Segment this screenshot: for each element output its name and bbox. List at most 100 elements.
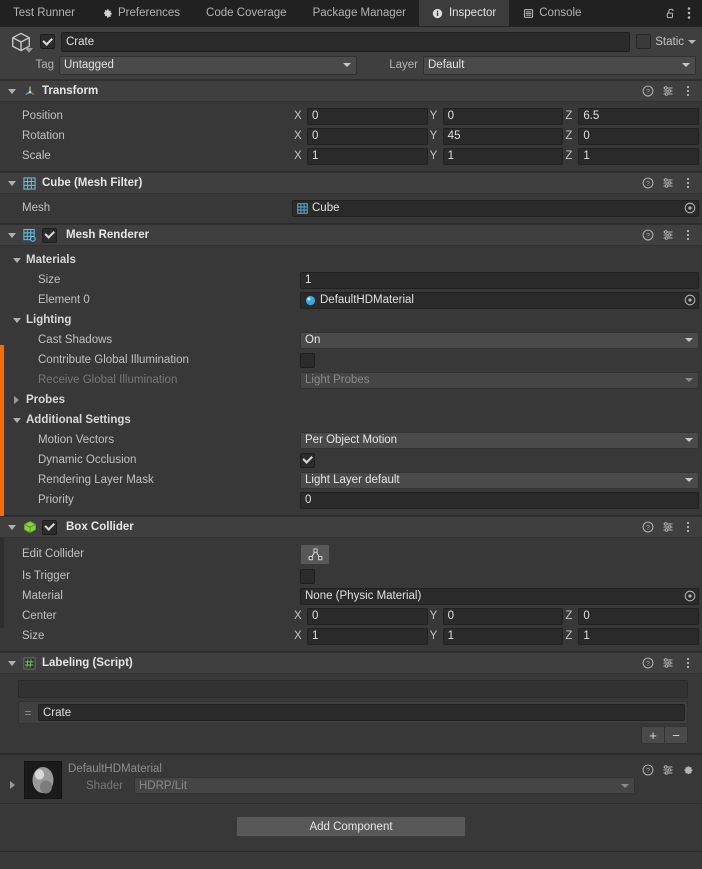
static-checkbox[interactable] <box>636 34 651 49</box>
rotation-y-input[interactable]: 45 <box>443 128 564 145</box>
box-collider-enabled-checkbox[interactable] <box>42 520 57 535</box>
dynamic-occlusion-checkbox[interactable] <box>300 453 315 468</box>
tab-package-manager[interactable]: Package Manager <box>300 0 419 26</box>
gear-icon[interactable] <box>681 763 694 776</box>
center-z-input[interactable]: 0 <box>578 608 699 625</box>
preset-icon[interactable] <box>661 763 674 776</box>
component-header[interactable]: Box Collider ? <box>0 516 702 538</box>
object-picker-icon[interactable] <box>683 590 696 603</box>
kebab-menu-icon[interactable] <box>681 229 694 242</box>
preset-icon[interactable] <box>661 229 674 242</box>
tab-test-runner[interactable]: Test Runner <box>0 0 88 26</box>
cast-shadows-dropdown[interactable]: On <box>300 332 699 349</box>
tab-inspector[interactable]: Inspector <box>419 0 509 26</box>
position-y-input[interactable]: 0 <box>443 108 564 125</box>
component-header[interactable]: Mesh Renderer ? <box>0 224 702 246</box>
rotation-z-input[interactable]: 0 <box>578 128 699 145</box>
kebab-menu-icon[interactable] <box>681 177 694 190</box>
shader-dropdown[interactable]: HDRP/Lit <box>134 777 635 794</box>
rendering-layer-mask-dropdown[interactable]: Light Layer default <box>300 472 699 489</box>
rotation-x-input[interactable]: 0 <box>307 128 428 145</box>
tab-code-coverage[interactable]: Code Coverage <box>193 0 300 26</box>
materials-size-input[interactable]: 1 <box>300 272 699 289</box>
add-label-button[interactable]: + <box>641 726 665 744</box>
materials-element0-object-field[interactable]: DefaultHDMaterial <box>300 292 699 309</box>
edit-collider-button[interactable] <box>300 544 330 565</box>
static-dropdown-chevron-icon[interactable] <box>688 40 696 44</box>
foldout-arrow-icon[interactable] <box>14 396 19 404</box>
remove-label-button[interactable]: − <box>665 726 688 744</box>
foldout-arrow-icon[interactable] <box>13 318 21 323</box>
size-z-input[interactable]: 1 <box>578 628 699 645</box>
preset-icon[interactable] <box>661 177 674 190</box>
axis-label: X <box>292 130 307 142</box>
physic-material-object-field[interactable]: None (Physic Material) <box>300 588 699 605</box>
foldout-arrow-icon[interactable] <box>6 86 17 97</box>
object-picker-icon[interactable] <box>683 202 696 215</box>
position-x-input[interactable]: 0 <box>307 108 428 125</box>
gameobject-name-input[interactable]: Crate <box>61 32 630 52</box>
gameobject-enabled-checkbox[interactable] <box>40 34 55 49</box>
material-header-actions: ? <box>641 761 694 776</box>
component-header[interactable]: Transform ? <box>0 80 702 102</box>
contribute-gi-checkbox[interactable] <box>300 353 315 368</box>
kebab-menu-icon[interactable] <box>681 521 694 534</box>
scale-z-input[interactable]: 1 <box>578 148 699 165</box>
size-x-input[interactable]: 1 <box>307 628 428 645</box>
cube-icon[interactable] <box>8 29 34 55</box>
size-y-input[interactable]: 1 <box>443 628 564 645</box>
label-text-input[interactable]: Crate <box>38 704 685 721</box>
layer-dropdown[interactable]: Default <box>423 56 696 75</box>
tab-console[interactable]: Console <box>509 0 594 26</box>
is-trigger-row: Is Trigger <box>0 566 702 586</box>
position-z-input[interactable]: 6.5 <box>578 108 699 125</box>
foldout-arrow-icon[interactable] <box>6 178 17 189</box>
foldout-arrow-icon[interactable] <box>6 658 17 669</box>
drag-handle-icon[interactable]: = <box>21 706 35 720</box>
position-y: Y 0 <box>428 108 564 125</box>
scale-x-input[interactable]: 1 <box>307 148 428 165</box>
edit-collider-row: Edit Collider <box>0 542 702 566</box>
lighting-group-header[interactable]: Lighting <box>0 310 702 330</box>
foldout-arrow-icon[interactable] <box>6 522 17 533</box>
material-name: DefaultHDMaterial <box>68 761 635 775</box>
materials-group-header[interactable]: Materials <box>0 250 702 270</box>
mesh-object-field[interactable]: Cube <box>292 200 699 217</box>
preset-icon[interactable] <box>661 657 674 670</box>
preset-icon[interactable] <box>661 521 674 534</box>
help-icon[interactable]: ? <box>641 85 654 98</box>
component-header-actions: ? <box>641 177 702 190</box>
center-y-input[interactable]: 0 <box>443 608 564 625</box>
is-trigger-checkbox[interactable] <box>300 569 315 584</box>
help-icon[interactable]: ? <box>641 763 654 776</box>
add-component-button[interactable]: Add Component <box>236 816 466 837</box>
priority-input[interactable]: 0 <box>300 492 699 509</box>
kebab-menu-icon[interactable] <box>681 657 694 670</box>
kebab-menu-icon[interactable] <box>681 3 697 23</box>
help-icon[interactable]: ? <box>641 177 654 190</box>
component-header[interactable]: Labeling (Script) ? <box>0 652 702 674</box>
mesh-renderer-enabled-checkbox[interactable] <box>42 228 57 243</box>
help-icon[interactable]: ? <box>641 521 654 534</box>
object-picker-icon[interactable] <box>683 294 696 307</box>
foldout-arrow-icon[interactable] <box>6 230 17 241</box>
help-icon[interactable]: ? <box>641 229 654 242</box>
foldout-arrow-icon[interactable] <box>13 258 21 263</box>
list-item[interactable]: = Crate <box>18 701 688 724</box>
scale-y-input[interactable]: 1 <box>443 148 564 165</box>
lock-open-icon[interactable] <box>663 3 679 23</box>
tab-preferences[interactable]: Preferences <box>88 0 193 26</box>
foldout-arrow-icon[interactable] <box>13 418 21 423</box>
preset-icon[interactable] <box>661 85 674 98</box>
kebab-menu-icon[interactable] <box>681 85 694 98</box>
material-shader-row: Shader HDRP/Lit <box>68 777 635 794</box>
probes-group-header[interactable]: Probes <box>0 390 702 410</box>
component-header[interactable]: Cube (Mesh Filter) ? <box>0 172 702 194</box>
tag-dropdown[interactable]: Untagged <box>59 56 357 75</box>
center-x-input[interactable]: 0 <box>307 608 428 625</box>
svg-text:?: ? <box>646 525 650 532</box>
help-icon[interactable]: ? <box>641 657 654 670</box>
motion-vectors-dropdown[interactable]: Per Object Motion <box>300 432 699 449</box>
material-foldout-arrow-icon[interactable] <box>6 761 18 789</box>
additional-settings-group-header[interactable]: Additional Settings <box>0 410 702 430</box>
